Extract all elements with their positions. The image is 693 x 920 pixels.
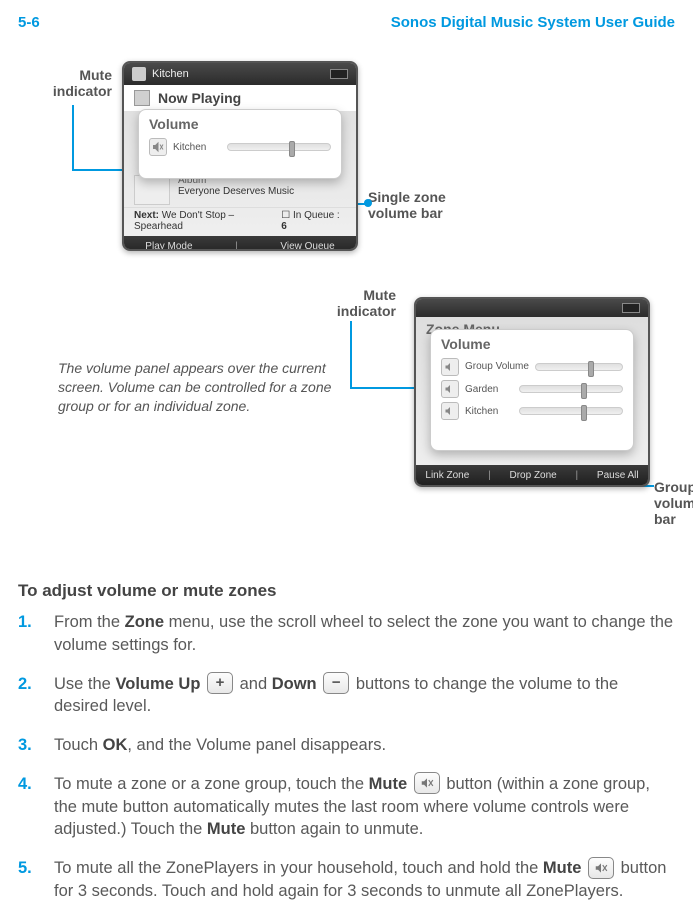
callout-group-volume-bar: Group volume bar [654, 479, 693, 527]
step-number: 1. [18, 611, 40, 657]
text: From the [54, 613, 125, 631]
screenshot-now-playing: Kitchen Now Playing Volume Kitchen Album [122, 61, 358, 251]
step-1: 1. From the Zone menu, use the scroll wh… [18, 611, 675, 657]
diagram-note: The volume panel appears over the curren… [58, 359, 358, 416]
next-row: Next: We Don't Stop – Spearhead ☐ In Que… [124, 207, 356, 236]
volume-slider[interactable] [519, 385, 623, 393]
volume-row: Group Volume [441, 358, 623, 376]
now-playing-row: Now Playing [124, 85, 356, 111]
mute-icon[interactable] [441, 358, 459, 376]
volume-row-label: Garden [465, 384, 513, 395]
volume-popup-title: Volume [149, 116, 331, 132]
queue-value: 6 [281, 221, 287, 232]
bottom-bar: Link Zone | Drop Zone | Pause All [416, 465, 648, 486]
text: Touch [54, 736, 103, 754]
bold-zone: Zone [125, 613, 164, 631]
bottom-view-queue[interactable]: View Queue [280, 241, 334, 251]
text: , and the Volume panel disappears. [127, 736, 386, 754]
step-text: To mute a zone or a zone group, touch th… [54, 773, 675, 841]
volume-popup-title: Volume [441, 336, 623, 352]
leader-line [350, 321, 352, 387]
volume-row-label: Group Volume [465, 362, 529, 373]
volume-popup-group: Volume Group Volume Garden Kitchen [430, 329, 634, 451]
step-3: 3. Touch OK, and the Volume panel disapp… [18, 734, 675, 757]
guide-title: Sonos Digital Music System User Guide [391, 14, 675, 31]
text: and [240, 675, 272, 693]
next-label: Next: [134, 210, 159, 221]
volume-slider[interactable] [227, 143, 331, 151]
battery-icon [330, 69, 348, 79]
bottom-drop-zone[interactable]: Drop Zone [509, 470, 556, 481]
battery-icon [622, 303, 640, 313]
bold-down: Down [272, 675, 317, 693]
step-number: 3. [18, 734, 40, 757]
volume-slider[interactable] [519, 407, 623, 415]
text: To mute a zone or a zone group, touch th… [54, 775, 369, 793]
step-text: From the Zone menu, use the scroll wheel… [54, 611, 675, 657]
step-number: 4. [18, 773, 40, 841]
bottom-play-mode[interactable]: Play Mode [145, 241, 192, 251]
volume-popup: Volume Kitchen [138, 109, 342, 179]
volume-row: Garden [441, 380, 623, 398]
volume-row-label: Kitchen [173, 142, 221, 153]
bold-mute: Mute [369, 775, 408, 793]
text: Use the [54, 675, 115, 693]
volume-slider[interactable] [535, 363, 623, 371]
screenshot-zone-menu: Zone Menu Volume Group Volume Garden [414, 297, 650, 487]
volume-row-label: Kitchen [465, 406, 513, 417]
bold-ok: OK [103, 736, 128, 754]
bottom-pause-all[interactable]: Pause All [597, 470, 639, 481]
now-playing-label: Now Playing [158, 90, 241, 106]
step-number: 5. [18, 857, 40, 903]
bold-mute: Mute [207, 820, 246, 838]
mute-icon [588, 857, 614, 879]
step-4: 4. To mute a zone or a zone group, touch… [18, 773, 675, 841]
titlebar: Kitchen [124, 63, 356, 85]
titlebar [416, 299, 648, 317]
step-number: 2. [18, 673, 40, 719]
mute-icon[interactable] [149, 138, 167, 156]
text: button again to unmute. [245, 820, 423, 838]
album-art-icon [134, 90, 150, 106]
mute-icon [414, 772, 440, 794]
volume-row: Kitchen [149, 138, 331, 156]
speaker-icon [132, 67, 146, 81]
plus-icon: + [207, 672, 233, 694]
album-art-thumb [134, 175, 170, 205]
callout-mute-indicator-2: Mute indicator [306, 287, 396, 319]
mute-icon[interactable] [441, 402, 459, 420]
callout-mute-indicator-1: Mute indicator [28, 67, 112, 99]
bold-volume-up: Volume Up [115, 675, 200, 693]
bold-mute: Mute [543, 859, 582, 877]
volume-row: Kitchen [441, 402, 623, 420]
bottom-link-zone[interactable]: Link Zone [425, 470, 469, 481]
callout-single-zone-volume-bar: Single zone volume bar [368, 189, 488, 221]
bottom-bar: Play Mode | View Queue [124, 236, 356, 251]
step-text: Use the Volume Up + and Down − buttons t… [54, 673, 675, 719]
queue-label: In Queue : [293, 210, 340, 221]
page-number: 5-6 [18, 14, 40, 31]
step-2: 2. Use the Volume Up + and Down − button… [18, 673, 675, 719]
album-value: Everyone Deserves Music [178, 186, 294, 197]
diagram-area: Mute indicator Single zone volume bar Mu… [18, 59, 675, 559]
steps-list: 1. From the Zone menu, use the scroll wh… [18, 611, 675, 903]
zone-name: Kitchen [152, 68, 189, 80]
step-text: To mute all the ZonePlayers in your hous… [54, 857, 675, 903]
minus-icon: − [323, 672, 349, 694]
step-text: Touch OK, and the Volume panel disappear… [54, 734, 386, 757]
step-5: 5. To mute all the ZonePlayers in your h… [18, 857, 675, 903]
leader-dot [364, 199, 372, 207]
text: To mute all the ZonePlayers in your hous… [54, 859, 543, 877]
mute-icon[interactable] [441, 380, 459, 398]
section-title: To adjust volume or mute zones [18, 581, 675, 601]
leader-line [72, 105, 74, 169]
